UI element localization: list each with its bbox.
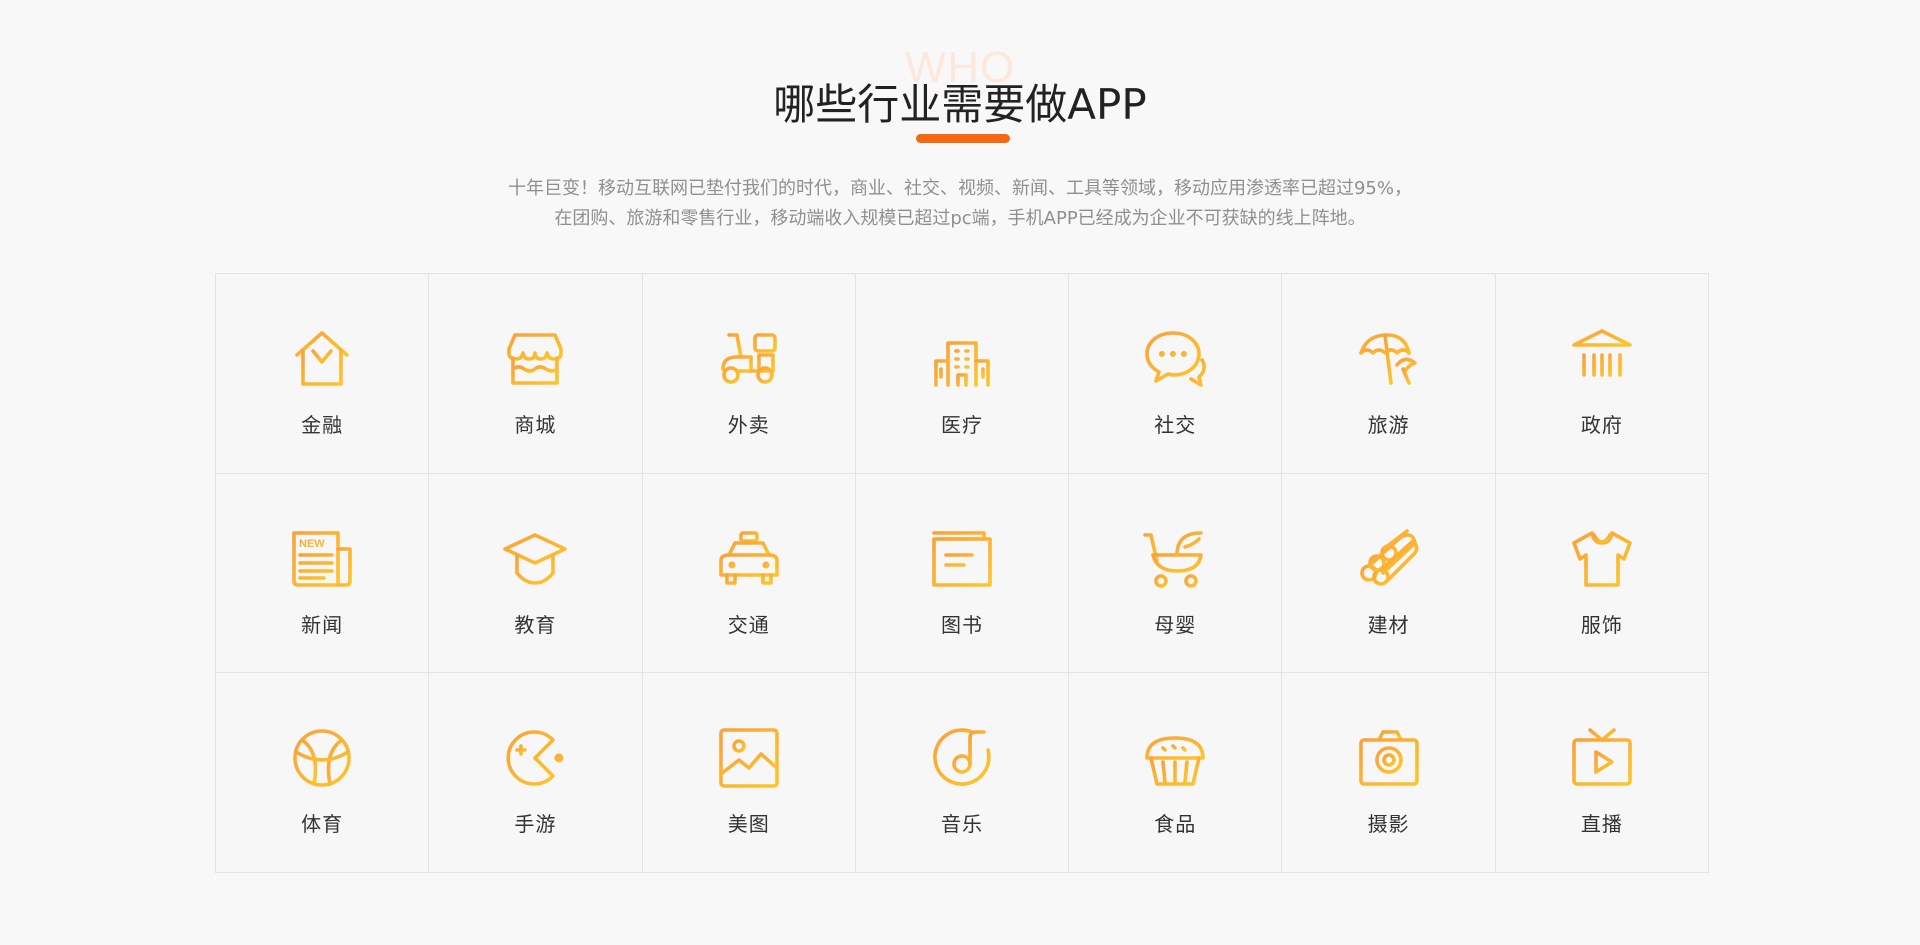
industry-label: 体育 [301,812,344,837]
industry-card-travel[interactable]: 旅游 [1282,274,1496,474]
industry-card-photo-editing[interactable]: 美图 [642,673,856,873]
section-header: WHO 哪些行业需要做APP 十年巨变！移动互联网已垫付我们的时代，商业、社交、… [0,0,1920,240]
music-note-icon [930,726,994,790]
industry-card-transport[interactable]: 交通 [642,473,856,674]
industry-label: 服饰 [1580,612,1623,637]
industry-label: 教育 [514,612,557,637]
cupcake-icon [1143,726,1207,790]
page-title: 哪些行业需要做APP [773,80,1147,129]
industry-card-maternal[interactable]: 母婴 [1069,473,1283,674]
taxi-icon [717,527,781,591]
industry-label: 旅游 [1367,413,1410,437]
industry-card-social[interactable]: 社交 [1069,274,1283,474]
industry-label: 音乐 [940,812,983,837]
shop-storefront-icon [503,327,567,391]
description-line-1: 十年巨变！移动互联网已垫付我们的时代，商业、社交、视频、新闻、工具等领域，移动应… [507,178,1412,199]
book-icon [930,527,994,591]
government-building-icon [1570,327,1634,391]
tshirt-icon [1570,527,1634,591]
industry-card-delivery[interactable]: 外卖 [642,274,856,474]
industry-label: 新闻 [301,612,344,637]
industry-card-mobile-games[interactable]: 手游 [429,673,643,873]
industry-card-sports[interactable]: 体育 [216,673,430,873]
industry-label: 母婴 [1154,612,1197,637]
industry-card-live-streaming[interactable]: 直播 [1495,673,1709,873]
industry-label: 外卖 [727,413,770,437]
title-underline [916,134,1010,143]
industry-label: 金融 [301,413,344,437]
industry-label: 社交 [1154,413,1197,437]
industry-card-news[interactable]: NEW 新闻 [216,473,430,674]
section-description: 十年巨变！移动互联网已垫付我们的时代，商业、社交、视频、新闻、工具等领域，移动应… [0,174,1920,234]
graduation-cap-icon [503,527,568,591]
industry-card-music[interactable]: 音乐 [855,673,1070,873]
industry-label: 摄影 [1367,812,1410,837]
hospital-building-icon [930,327,994,391]
camera-icon [1357,726,1421,790]
industry-label: 政府 [1580,413,1623,437]
industry-label: 医疗 [940,413,983,437]
industry-card-photography[interactable]: 摄影 [1282,673,1496,873]
industry-label: 手游 [514,812,557,837]
industry-label: 食品 [1154,812,1197,837]
industry-card-education[interactable]: 教育 [429,473,643,674]
news-badge-text: NEW [299,538,325,550]
industry-card-finance[interactable]: 金融 [216,274,430,474]
industry-card-books[interactable]: 图书 [855,473,1070,674]
industry-label: 图书 [940,612,983,637]
industry-card-shop[interactable]: 商城 [429,274,643,474]
beach-umbrella-icon [1357,327,1421,391]
industry-card-government[interactable]: 政府 [1495,274,1709,474]
industry-card-medical[interactable]: 医疗 [855,274,1070,474]
live-tv-icon [1570,726,1634,790]
chat-bubbles-icon [1143,327,1207,391]
basketball-icon [290,726,354,790]
baby-stroller-icon [1143,527,1207,591]
pacman-game-icon [503,726,567,790]
finance-house-yen-icon [290,327,354,391]
picture-icon [717,726,781,790]
industry-label: 美图 [727,812,770,837]
industry-label: 建材 [1367,612,1410,637]
industry-card-apparel[interactable]: 服饰 [1495,473,1709,674]
industry-label: 交通 [727,612,770,637]
industry-card-food[interactable]: 食品 [1069,673,1283,873]
industry-grid: 金融 商城 外卖 医疗 社交 旅游 政府 NEW 新闻 教育 交通 图书 母婴 … [215,273,1709,873]
building-materials-logs-icon [1357,527,1421,591]
industry-label: 商城 [514,413,557,437]
industry-label: 直播 [1580,812,1623,837]
industry-card-building-materials[interactable]: 建材 [1282,473,1496,674]
description-line-2: 在团购、旅游和零售行业，移动端收入规模已超过pc端，手机APP已经成为企业不可获… [554,208,1366,229]
delivery-scooter-icon [717,327,781,391]
newspaper-icon: NEW [290,527,354,591]
